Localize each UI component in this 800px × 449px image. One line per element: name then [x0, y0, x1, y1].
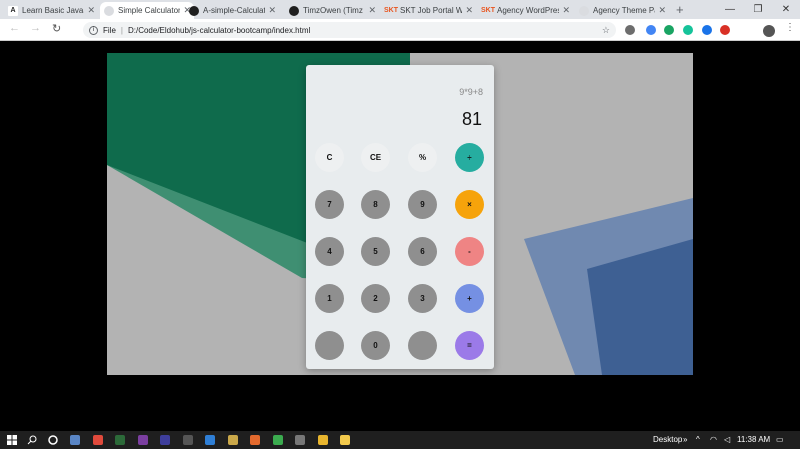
taskbar-app-icon[interactable] [182, 435, 193, 445]
digit-6-button[interactable]: 6 [408, 237, 437, 266]
minimize-button[interactable]: — [716, 0, 744, 19]
tab-close-icon[interactable]: ✕ [562, 5, 570, 16]
digit-4-button[interactable]: 4 [315, 237, 344, 266]
address-separator: | [120, 25, 123, 35]
search-icon[interactable] [27, 435, 37, 445]
info-icon[interactable]: i [89, 25, 98, 35]
forward-button[interactable]: → [30, 22, 41, 34]
profile-avatar[interactable] [763, 25, 775, 37]
calculator: 9*9+8 81 C CE% ÷ 7 8 9 × 4 5 6- 1 2 3 +0 = [306, 65, 494, 369]
taskbar-app-icon[interactable] [205, 435, 215, 445]
address-path: D:/Code/Eldohub/js-calculator-bootcamp/i… [127, 25, 311, 35]
tab-close-icon[interactable]: ✕ [658, 5, 666, 16]
digit-3-button[interactable]: 3 [408, 284, 437, 313]
desktop-chevron-icon[interactable]: » [683, 435, 687, 444]
digit-1-button[interactable]: 1 [315, 284, 344, 313]
extension-icon[interactable] [702, 25, 712, 35]
digit-0-button[interactable]: 0 [361, 331, 390, 360]
equals-button[interactable]: = [455, 331, 484, 360]
tab-close-icon[interactable]: ✕ [465, 5, 473, 16]
digit-5-button[interactable]: 5 [361, 237, 390, 266]
taskbar-app-icon[interactable] [295, 435, 305, 445]
notification-icon[interactable]: ▭ [776, 435, 784, 444]
tab-favicon-icon [104, 5, 114, 16]
new-tab-button[interactable]: + [676, 2, 684, 17]
tab-close-icon[interactable]: ✕ [268, 5, 276, 16]
menu-kebab-icon[interactable]: ⋮ [785, 22, 795, 33]
browser-tab[interactable]: Simple Calculator ✕ [100, 2, 194, 19]
extension-icon[interactable] [664, 25, 674, 35]
tab-favicon-icon [289, 5, 299, 16]
digit-8-button[interactable]: 8 [361, 190, 390, 219]
wifi-icon[interactable]: ◠ [710, 435, 717, 444]
taskbar-app-icon[interactable] [272, 435, 283, 445]
browser-viewport: 9*9+8 81 C CE% ÷ 7 8 9 × 4 5 6- 1 2 3 +0 = [0, 41, 800, 431]
extension-icon[interactable] [625, 25, 635, 35]
clock[interactable]: 11:38 AM [737, 435, 770, 444]
browser-tab[interactable]: A Learn Basic JavaSc✕ [4, 2, 98, 19]
close-window-button[interactable]: ✕ [772, 0, 800, 19]
subtract-button[interactable]: - [455, 237, 484, 266]
browser-tab[interactable]: SKT SKT Job Portal W ✕ [382, 2, 476, 19]
browser-tab[interactable]: Agency Theme Pa ✕ [575, 2, 669, 19]
browser-tab-strip: ALearn Basic JavaSc✕Simple Calculator✕A-… [0, 0, 800, 19]
digit-9-button[interactable]: 9 [408, 190, 437, 219]
clear-button[interactable]: C [315, 143, 344, 172]
expression-display: 9*9+8 [459, 87, 483, 97]
back-button[interactable]: ← [9, 22, 20, 34]
calculator-page: 9*9+8 81 C CE% ÷ 7 8 9 × 4 5 6- 1 2 3 +0 = [107, 53, 693, 375]
taskbar-app-icon[interactable] [92, 435, 103, 445]
taskbar-app-icon[interactable] [250, 435, 260, 445]
tab-favicon-icon: SKT [384, 7, 398, 14]
blank-key-button[interactable] [315, 331, 344, 360]
tab-favicon-icon [189, 5, 199, 16]
digit-2-button[interactable]: 2 [361, 284, 390, 313]
bookmark-star-icon[interactable]: ☆ [602, 25, 610, 36]
divide-button[interactable]: ÷ [455, 143, 484, 172]
result-display: 81 [461, 109, 482, 129]
address-scheme: File [103, 25, 116, 35]
tab-title: Learn Basic JavaSc [22, 6, 84, 15]
browser-tab[interactable]: TimzOwen (Timz C ✕ [285, 2, 379, 19]
tab-close-icon[interactable]: ✕ [368, 5, 376, 16]
tab-favicon-icon [579, 5, 589, 16]
multiply-button[interactable]: × [455, 190, 484, 219]
browser-tab[interactable]: SKT Agency WordPres ✕ [479, 2, 573, 19]
clear-entry-button[interactable]: CE [361, 143, 390, 172]
taskbar-app-icon[interactable] [137, 435, 148, 445]
tab-title: TimzOwen (Timz C [303, 6, 365, 15]
tab-title: Agency WordPres [497, 6, 559, 15]
volume-icon[interactable]: ◁ [724, 435, 730, 444]
extension-icon[interactable] [683, 25, 693, 35]
tab-title: SKT Job Portal W [400, 6, 462, 15]
taskbar-app-icon[interactable] [70, 435, 80, 445]
reload-button[interactable]: ↻ [52, 22, 61, 35]
digit-7-button[interactable]: 7 [315, 190, 344, 219]
taskbar-app-icon[interactable] [115, 435, 125, 445]
windows-icon[interactable] [7, 435, 17, 445]
desktop-toolbar-label[interactable]: Desktop [653, 435, 682, 444]
windows-taskbar: Desktop » ^ ◠ ◁ 11:38 AM ▭ [0, 431, 800, 449]
tab-close-icon[interactable]: ✕ [87, 5, 95, 16]
cortana-icon[interactable] [48, 435, 58, 445]
taskbar-app-icon[interactable] [340, 435, 350, 445]
tab-title: A-simple-Calculat [203, 6, 265, 15]
extension-icon[interactable] [646, 25, 656, 35]
tab-title: Agency Theme Pa [593, 6, 655, 15]
tab-favicon-icon: A [8, 5, 18, 16]
percent-button[interactable]: % [408, 143, 437, 172]
taskbar-app-icon[interactable] [317, 435, 328, 445]
tray-up-icon[interactable]: ^ [696, 435, 700, 444]
browser-tab[interactable]: A-simple-Calculat ✕ [185, 2, 279, 19]
taskbar-app-icon[interactable] [160, 435, 170, 445]
extension-icon[interactable] [720, 25, 730, 35]
tab-title: Simple Calculator [118, 6, 180, 15]
browser-toolbar: ← → ↻ i File | D:/Code/Eldohub/js-calcul… [0, 19, 800, 41]
address-bar[interactable]: i File | D:/Code/Eldohub/js-calculator-b… [83, 22, 616, 38]
maximize-button[interactable]: ❐ [744, 0, 772, 19]
add-button[interactable]: + [455, 284, 484, 313]
blank-key-button[interactable] [408, 331, 437, 360]
tab-favicon-icon: SKT [481, 7, 495, 14]
taskbar-app-icon[interactable] [227, 435, 238, 445]
